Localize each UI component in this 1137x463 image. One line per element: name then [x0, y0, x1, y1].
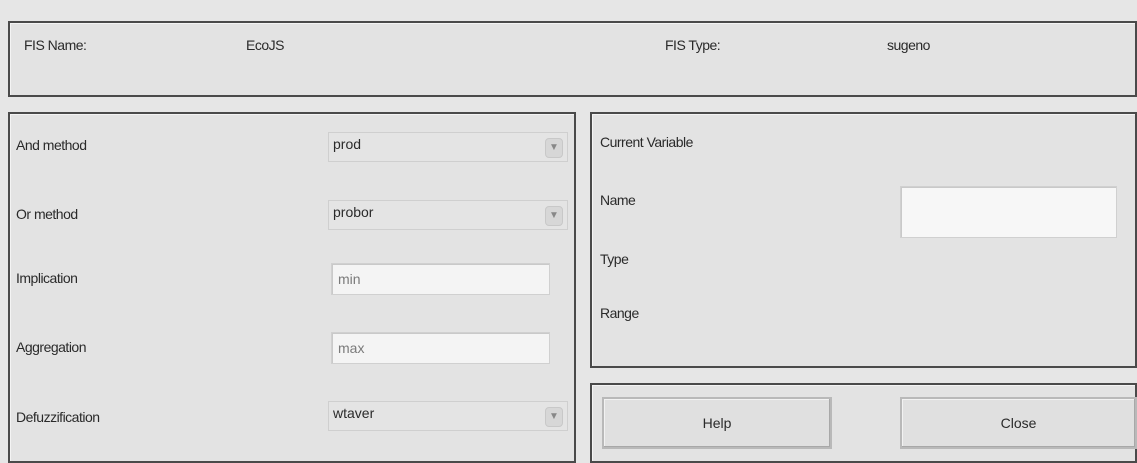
variable-name-field[interactable]	[900, 186, 1117, 238]
aggregation-label: Aggregation	[16, 339, 87, 355]
variable-name-label: Name	[600, 192, 636, 208]
implication-select[interactable]: min	[331, 263, 550, 295]
implication-value: min	[338, 271, 361, 287]
aggregation-value: max	[338, 340, 365, 356]
and-method-value: prod	[333, 136, 362, 152]
and-method-label: And method	[16, 137, 87, 153]
or-method-label: Or method	[16, 206, 78, 222]
chevron-down-icon[interactable]: ▼	[545, 206, 563, 226]
fis-name-label: FIS Name:	[24, 37, 87, 53]
defuzzification-label: Defuzzification	[16, 409, 100, 425]
fis-name-value: EcoJS	[246, 37, 284, 53]
fis-info-panel: FIS Name: EcoJS FIS Type: sugeno	[8, 21, 1137, 97]
defuzzification-value: wtaver	[333, 405, 375, 421]
variable-range-label: Range	[600, 305, 639, 321]
or-method-select[interactable]: probor ▼	[328, 200, 568, 230]
buttons-panel: Help Close	[590, 383, 1137, 463]
fis-type-label: FIS Type:	[665, 37, 721, 53]
methods-panel: And method prod ▼ Or method probor ▼ Imp…	[8, 112, 576, 463]
and-method-select[interactable]: prod ▼	[328, 132, 568, 162]
defuzzification-select[interactable]: wtaver ▼	[328, 401, 568, 431]
current-variable-heading: Current Variable	[600, 134, 693, 150]
implication-label: Implication	[16, 270, 78, 286]
variable-type-label: Type	[600, 251, 629, 267]
chevron-down-icon[interactable]: ▼	[545, 407, 563, 427]
close-button[interactable]: Close	[900, 397, 1137, 449]
or-method-value: probor	[333, 204, 374, 220]
help-button[interactable]: Help	[602, 397, 832, 449]
chevron-down-icon[interactable]: ▼	[545, 138, 563, 158]
fis-type-value: sugeno	[887, 37, 930, 53]
current-variable-panel: Current Variable Name Type Range	[590, 112, 1137, 368]
aggregation-select[interactable]: max	[331, 332, 550, 364]
